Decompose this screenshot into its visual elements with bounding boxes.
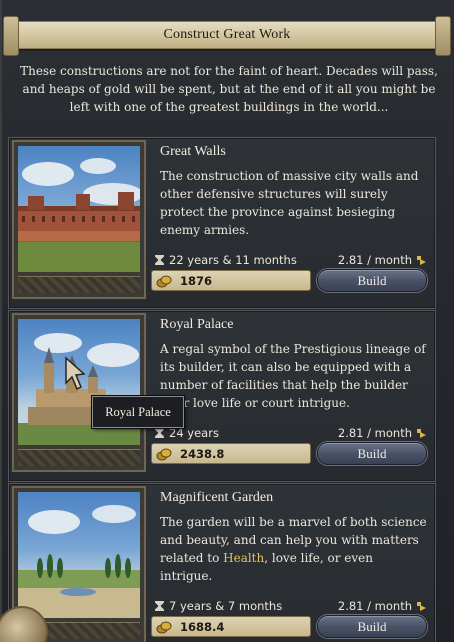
great-work-name: Great Walls <box>160 144 226 159</box>
rate-arrow-icon <box>417 255 426 265</box>
pointer-cursor-icon <box>65 356 86 391</box>
construction-duration: 7 years & 7 months <box>169 599 283 613</box>
title-banner: Construct Great Work <box>3 16 451 56</box>
picture-plaque <box>18 449 140 466</box>
great-work-description: A regal symbol of the Prestigious lineag… <box>160 342 426 410</box>
build-button[interactable]: Build <box>317 615 427 638</box>
build-button[interactable]: Build <box>317 442 427 465</box>
duration-row: 24 years 2.81 / month <box>155 424 427 442</box>
cost-row: 1688.4 Build <box>151 615 433 638</box>
picture-frame <box>12 140 146 299</box>
hourglass-icon <box>155 255 164 265</box>
construction-duration: 22 years & 11 months <box>169 253 297 267</box>
gold-coins-icon <box>156 448 172 460</box>
gold-cost: 1876 <box>180 273 213 288</box>
great-work-description: The construction of massive city walls a… <box>160 169 419 237</box>
great-work-name: Magnificent Garden <box>160 490 274 505</box>
gold-coins-icon <box>156 275 172 287</box>
construction-duration: 24 years <box>169 426 219 440</box>
gold-cost: 1688.4 <box>180 619 225 634</box>
tooltip-text: Royal Palace <box>105 404 171 419</box>
picture-plaque <box>18 276 140 293</box>
gold-cost-box: 1688.4 <box>151 616 311 637</box>
great-work-name: Royal Palace <box>160 317 234 332</box>
great-work-card-magnificent-garden[interactable]: Magnificent Garden The garden will be a … <box>8 483 436 642</box>
gold-cost-box: 2438.8 <box>151 443 311 464</box>
intro-text: These constructions are not for the fain… <box>20 64 438 114</box>
great-walls-image <box>18 146 140 272</box>
great-work-card-great-walls[interactable]: Great Walls The construction of massive … <box>8 137 436 309</box>
gold-coins-icon <box>156 621 172 633</box>
rate-arrow-icon <box>417 601 426 611</box>
cost-row: 2438.8 Build <box>151 442 433 465</box>
health-link[interactable]: Health <box>223 551 264 565</box>
magnificent-garden-image <box>18 492 140 618</box>
rate-arrow-icon <box>417 428 426 438</box>
monthly-cost: 2.81 / month <box>337 253 412 267</box>
tooltip: Royal Palace <box>92 396 184 428</box>
monthly-cost: 2.81 / month <box>337 426 412 440</box>
construct-great-work-panel: Construct Great Work These constructions… <box>0 0 454 642</box>
gold-cost: 2438.8 <box>180 446 225 461</box>
gold-cost-box: 1876 <box>151 270 311 291</box>
build-button[interactable]: Build <box>317 269 427 292</box>
cost-row: 1876 Build <box>151 269 433 292</box>
monthly-cost: 2.81 / month <box>337 599 412 613</box>
panel-title: Construct Great Work <box>163 27 291 42</box>
hourglass-icon <box>155 601 164 611</box>
hourglass-icon <box>155 428 164 438</box>
picture-frame <box>12 313 146 472</box>
duration-row: 22 years & 11 months 2.81 / month <box>155 251 427 269</box>
great-work-description: The garden will be a marvel of both scie… <box>160 515 427 583</box>
great-work-card-royal-palace[interactable]: Royal Palace A regal symbol of the Prest… <box>8 310 436 482</box>
duration-row: 7 years & 7 months 2.81 / month <box>155 597 427 615</box>
